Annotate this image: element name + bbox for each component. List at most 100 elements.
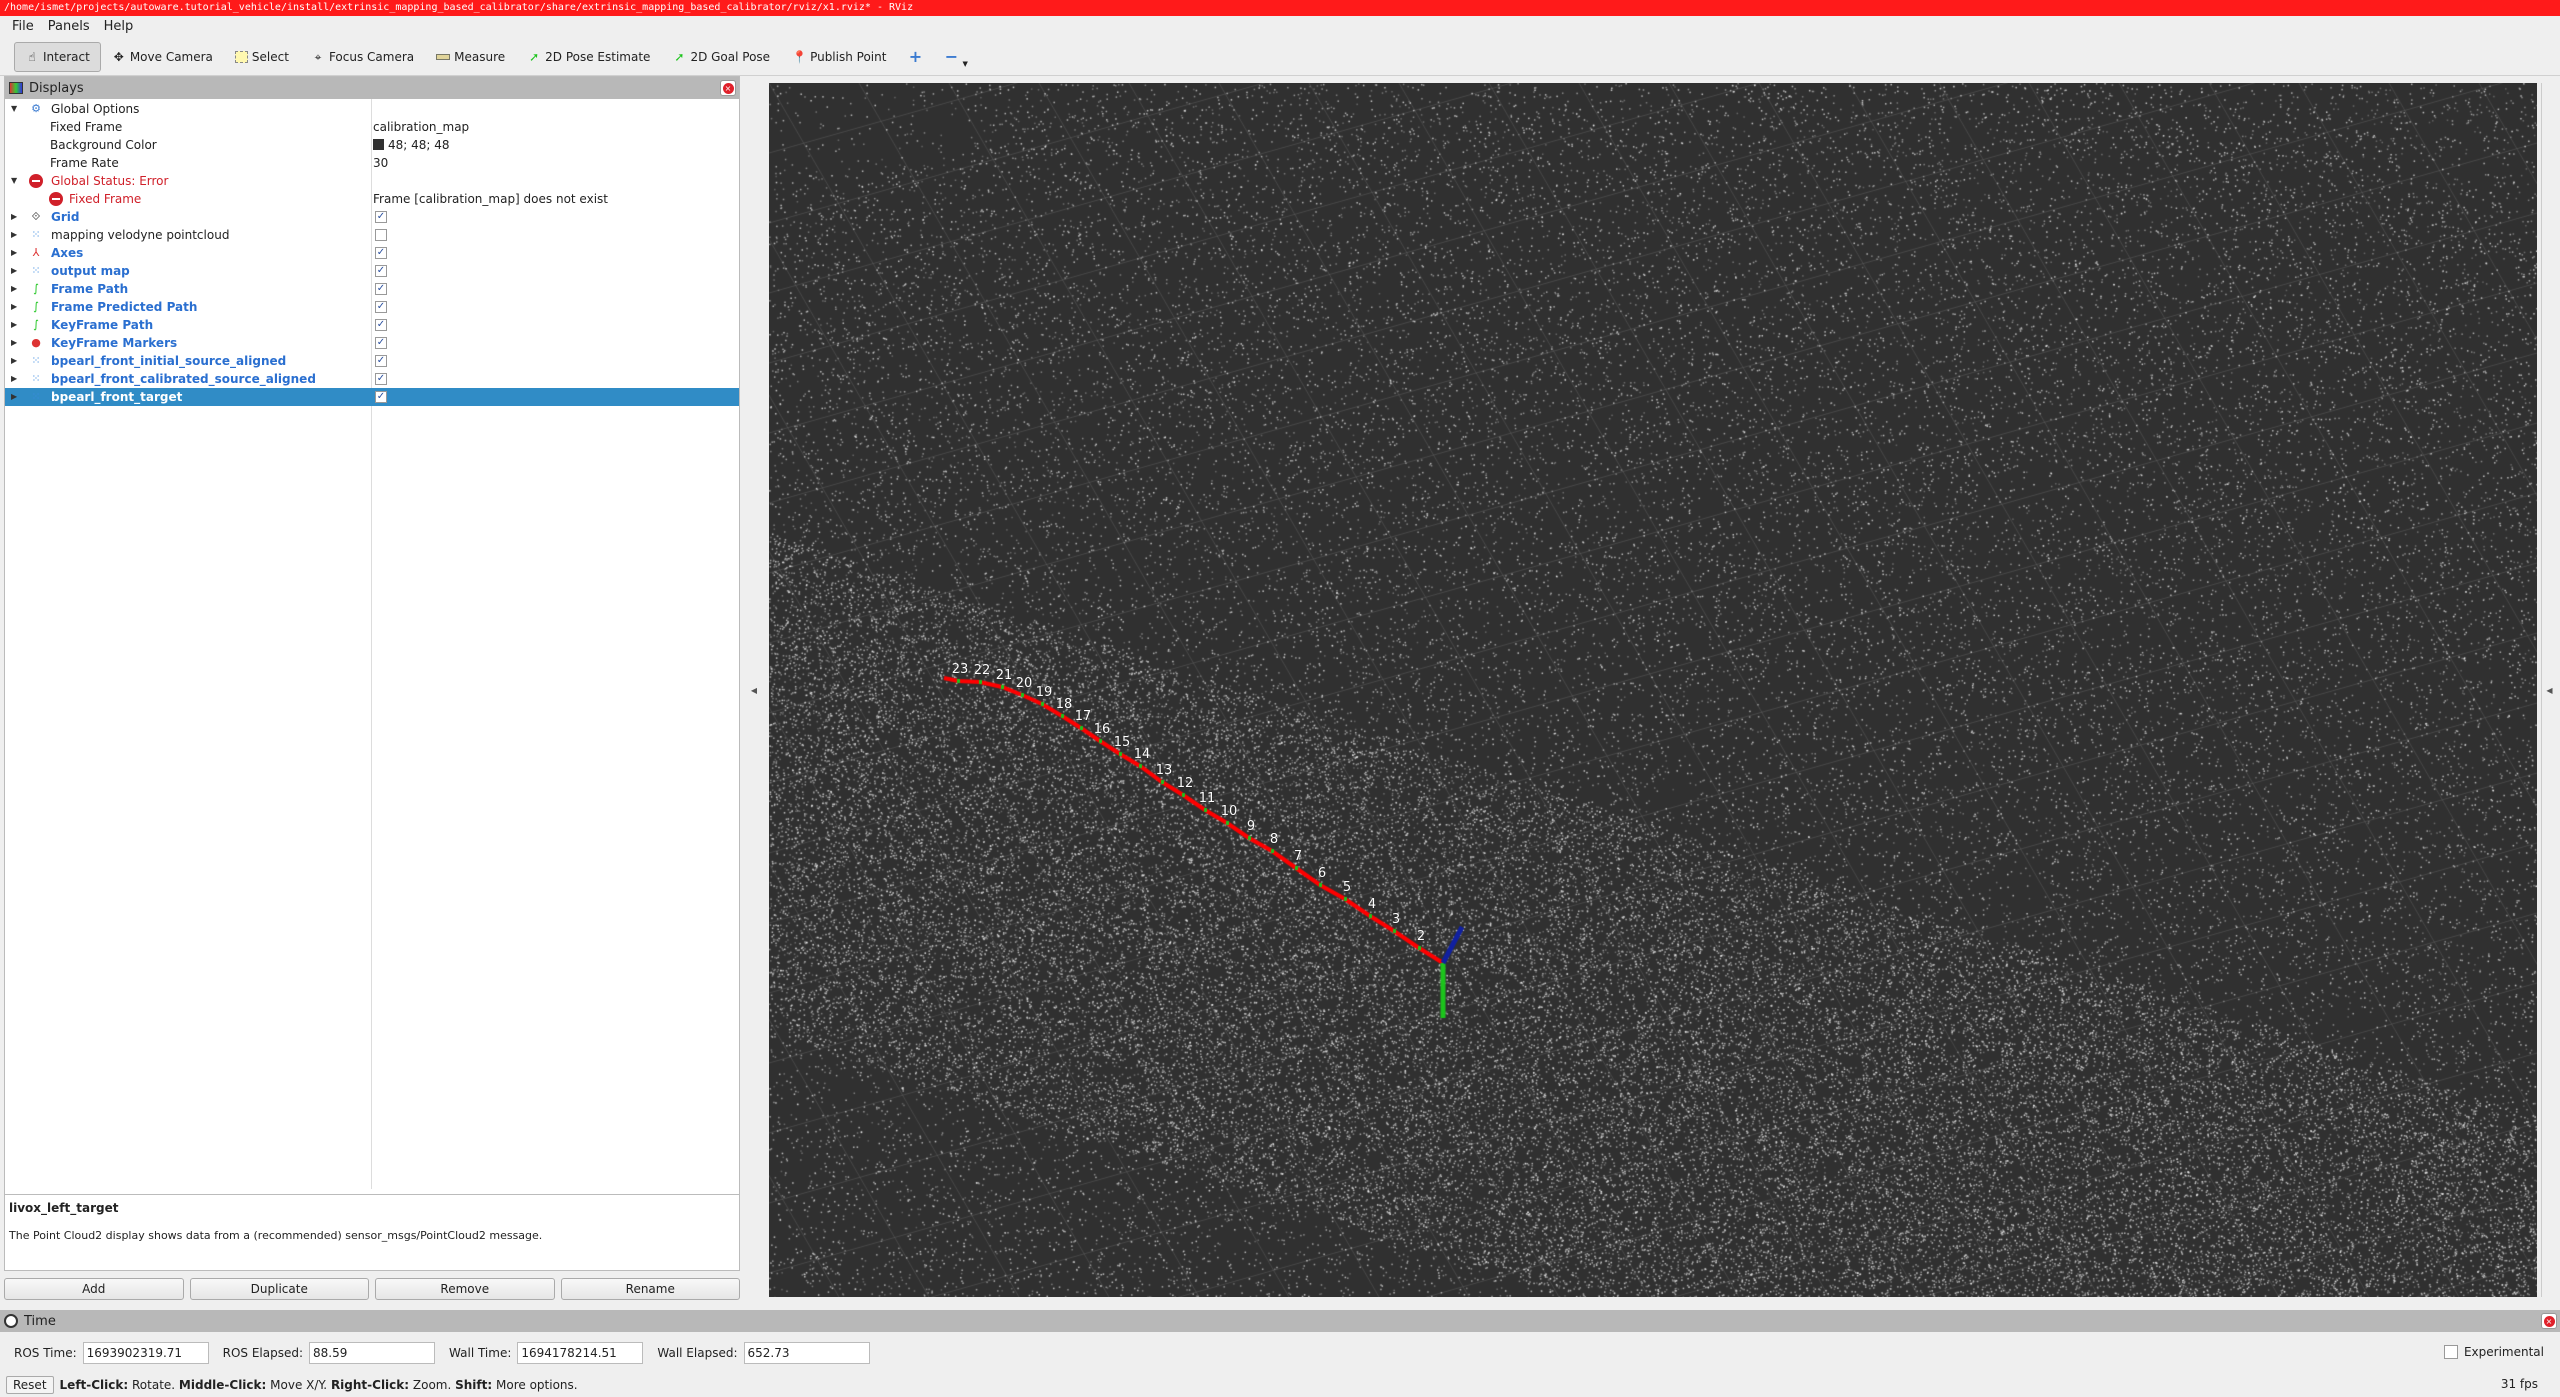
display-label: KeyFrame Markers xyxy=(51,336,178,350)
wall-elapsed-label: Wall Elapsed: xyxy=(657,1346,738,1360)
experimental-label: Experimental xyxy=(2463,1345,2544,1359)
display-enabled-checkbox[interactable]: ✓ xyxy=(375,337,387,349)
gear-icon: ⚙ xyxy=(31,102,41,115)
remove-tool-button[interactable]: − ▼ xyxy=(933,42,978,72)
hint-key: Right-Click: xyxy=(330,1378,410,1392)
display-enabled-checkbox[interactable]: ✓ xyxy=(375,301,387,313)
tree-item-display[interactable]: ▶ ∫ KeyFrame Path ✓ xyxy=(5,316,739,334)
close-displays-button[interactable]: × xyxy=(720,80,736,96)
display-enabled-checkbox[interactable]: ✓ xyxy=(375,247,387,259)
measure-tool[interactable]: Measure xyxy=(425,42,516,72)
pose-estimate-tool[interactable]: ➚ 2D Pose Estimate xyxy=(516,42,661,72)
goal-pose-tool[interactable]: ➚ 2D Goal Pose xyxy=(661,42,781,72)
tree-item-background-color[interactable]: Background Color 48; 48; 48 xyxy=(5,136,739,154)
display-enabled-checkbox[interactable] xyxy=(375,229,387,241)
focus-camera-tool[interactable]: ⌖ Focus Camera xyxy=(300,42,425,72)
expand-arrow-icon[interactable]: ▶ xyxy=(11,388,21,406)
tree-item-frame-rate[interactable]: Frame Rate 30 xyxy=(5,154,739,172)
expand-arrow-icon[interactable]: ▶ xyxy=(11,316,21,334)
expand-arrow-icon[interactable]: ▶ xyxy=(11,226,21,244)
tree-item-display[interactable]: ▶ ⁙ output map ✓ xyxy=(5,262,739,280)
ros-time-field[interactable]: 1693902319.71 xyxy=(82,1342,209,1364)
display-label: Grid xyxy=(51,210,80,224)
tree-item-display[interactable]: ▶ ⁙ bpearl_front_target ✓ xyxy=(5,388,739,406)
path-icon: ∫ xyxy=(33,318,39,331)
expand-arrow-icon[interactable]: ▶ xyxy=(11,334,21,352)
tree-item-display[interactable]: ▶ ⟐ Grid ✓ xyxy=(5,208,739,226)
pointcloud-canvas[interactable] xyxy=(769,83,2537,1297)
add-tool-button[interactable]: + xyxy=(897,42,933,72)
tree-item-global-options[interactable]: ▼ ⚙ Global Options xyxy=(5,100,739,118)
tree-item-display[interactable]: ▶ ⁙ bpearl_front_initial_source_aligned ✓ xyxy=(5,352,739,370)
select-label: Select xyxy=(251,49,289,64)
tree-item-display[interactable]: ▶ ⅄ Axes ✓ xyxy=(5,244,739,262)
status-fixed-frame-value: Frame [calibration_map] does not exist xyxy=(373,192,608,206)
remove-button[interactable]: Remove xyxy=(375,1278,555,1300)
background-color-value[interactable]: 48; 48; 48 xyxy=(373,136,450,154)
3d-viewport[interactable]: 23 22 21 20 19 18 17 16 15 14 13 12 11 10 9 8 7 6 5 4 3 2 xyxy=(769,83,2537,1297)
display-enabled-checkbox[interactable]: ✓ xyxy=(375,355,387,367)
expand-arrow-icon[interactable]: ▶ xyxy=(11,244,21,262)
left-panel-collapse-handle[interactable]: ◀ xyxy=(746,83,762,1297)
expand-arrow-icon[interactable]: ▼ xyxy=(11,100,21,118)
expand-arrow-icon[interactable]: ▶ xyxy=(11,280,21,298)
expand-arrow-icon[interactable]: ▶ xyxy=(11,208,21,226)
wall-elapsed-field[interactable]: 652.73 xyxy=(743,1342,870,1364)
expand-arrow-icon[interactable]: ▶ xyxy=(11,298,21,316)
expand-arrow-icon[interactable]: ▼ xyxy=(11,172,21,190)
display-enabled-checkbox[interactable]: ✓ xyxy=(375,211,387,223)
focus-camera-label: Focus Camera xyxy=(328,49,415,64)
hint-key: Shift: xyxy=(455,1378,493,1392)
tree-item-display[interactable]: ▶ ⁙ mapping velodyne pointcloud xyxy=(5,226,739,244)
move-camera-tool[interactable]: ✥ Move Camera xyxy=(101,42,224,72)
duplicate-button[interactable]: Duplicate xyxy=(189,1278,369,1300)
right-panel-collapse-handle[interactable]: ◀ xyxy=(2541,83,2557,1297)
display-buttons: Add Duplicate Remove Rename xyxy=(4,1278,740,1300)
display-label: output map xyxy=(51,264,130,278)
plus-icon: + xyxy=(908,46,923,66)
interact-label: Interact xyxy=(43,49,90,64)
expand-arrow-icon[interactable]: ▶ xyxy=(11,262,21,280)
menu-file[interactable]: File xyxy=(12,16,34,37)
time-panel-header: Time × xyxy=(0,1310,2560,1332)
display-label: Axes xyxy=(51,246,84,260)
select-tool[interactable]: Select xyxy=(224,42,300,72)
display-enabled-checkbox[interactable]: ✓ xyxy=(375,391,387,403)
ros-elapsed-field[interactable]: 88.59 xyxy=(309,1342,436,1364)
experimental-checkbox[interactable]: Experimental xyxy=(2443,1345,2544,1359)
tree-item-fixed-frame[interactable]: Fixed Frame calibration_map xyxy=(5,118,739,136)
display-label: bpearl_front_initial_source_aligned xyxy=(51,354,287,368)
fixed-frame-value[interactable]: calibration_map xyxy=(373,118,469,136)
expand-arrow-icon[interactable]: ▶ xyxy=(11,352,21,370)
add-button[interactable]: Add xyxy=(4,1278,184,1300)
publish-point-tool[interactable]: 📍 Publish Point xyxy=(781,42,897,72)
tree-item-display[interactable]: ▶ ∫ Frame Path ✓ xyxy=(5,280,739,298)
frame-rate-value[interactable]: 30 xyxy=(373,154,388,172)
display-enabled-checkbox[interactable]: ✓ xyxy=(375,319,387,331)
menu-panels[interactable]: Panels xyxy=(48,16,90,37)
ros-time-label: ROS Time: xyxy=(14,1346,77,1360)
wall-time-field[interactable]: 1694178214.51 xyxy=(517,1342,644,1364)
display-enabled-checkbox[interactable]: ✓ xyxy=(375,283,387,295)
tree-item-display[interactable]: ▶ ● KeyFrame Markers ✓ xyxy=(5,334,739,352)
rename-button[interactable]: Rename xyxy=(560,1278,740,1300)
display-enabled-checkbox[interactable]: ✓ xyxy=(375,265,387,277)
tree-item-display[interactable]: ▶ ∫ Frame Predicted Path ✓ xyxy=(5,298,739,316)
checkbox[interactable] xyxy=(2443,1345,2458,1359)
axes-icon: ⅄ xyxy=(32,246,40,259)
keyframe-marker-label: 19 xyxy=(1035,685,1053,700)
displays-title: Displays xyxy=(29,80,84,96)
publish-point-label: Publish Point xyxy=(810,49,887,64)
tree-item-display[interactable]: ▶ ⁙ bpearl_front_calibrated_source_aligned… xyxy=(5,370,739,388)
display-enabled-checkbox[interactable]: ✓ xyxy=(375,373,387,385)
move-camera-label: Move Camera xyxy=(129,49,213,64)
expand-arrow-icon[interactable]: ▶ xyxy=(11,370,21,388)
window-title: /home/ismet/projects/autoware.tutorial_v… xyxy=(0,0,2560,16)
interact-tool[interactable]: ☝ Interact xyxy=(14,41,101,72)
close-time-button[interactable]: × xyxy=(2541,1313,2557,1329)
reset-button[interactable]: Reset xyxy=(6,1376,54,1394)
tree-item-status-fixed-frame[interactable]: Fixed Frame Frame [calibration_map] does … xyxy=(5,190,739,208)
menu-help[interactable]: Help xyxy=(104,16,134,37)
frame-rate-label: Frame Rate xyxy=(50,156,119,170)
tree-item-global-status[interactable]: ▼ Global Status: Error xyxy=(5,172,739,190)
